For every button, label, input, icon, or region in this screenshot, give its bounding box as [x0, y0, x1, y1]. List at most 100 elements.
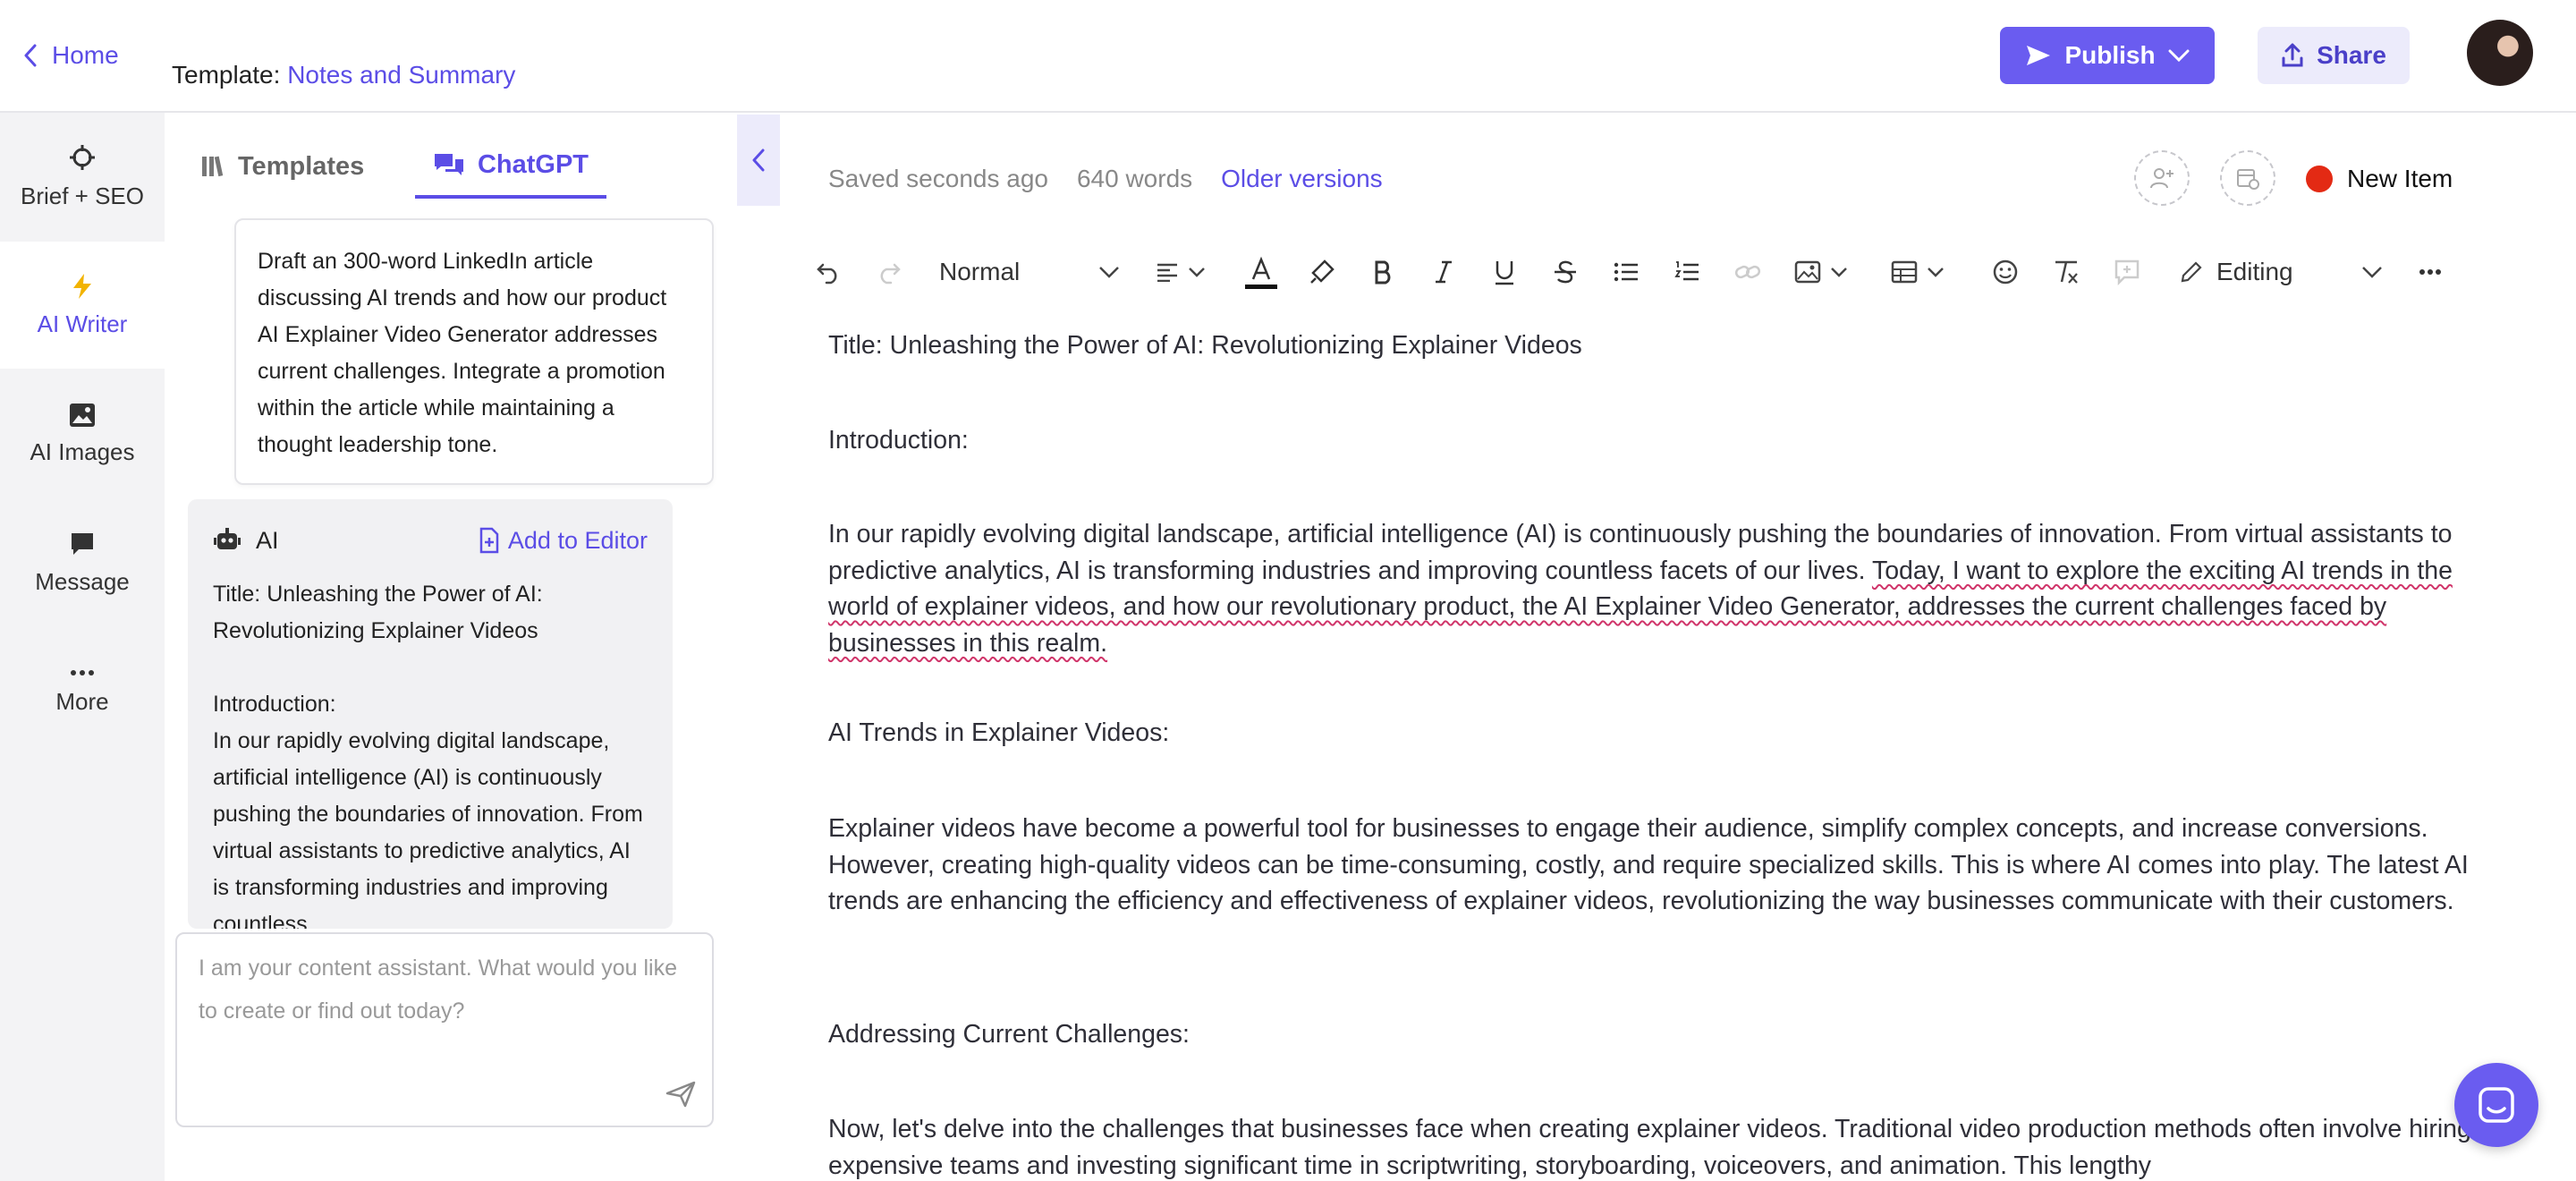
numbered-list-button[interactable] — [1664, 247, 1710, 297]
add-user-icon — [2148, 165, 2175, 191]
text-color-icon — [1243, 254, 1279, 290]
upload-icon — [2281, 43, 2304, 68]
chevron-down-icon — [1098, 266, 1120, 278]
chat-bubbles-icon — [433, 151, 465, 178]
chevron-down-icon — [2361, 266, 2383, 278]
redo-icon — [877, 259, 902, 285]
templates-icon — [200, 154, 225, 179]
assign-user-button[interactable] — [2134, 150, 2190, 206]
template-name[interactable]: Notes and Summary — [287, 61, 515, 89]
schedule-button[interactable] — [2220, 150, 2275, 206]
undo-button[interactable] — [805, 247, 852, 297]
paragraph-style-value: Normal — [939, 258, 1021, 285]
numbered-list-icon — [1674, 260, 1699, 284]
bullet-list-icon — [1614, 261, 1639, 283]
nav-label-more: More — [55, 687, 109, 715]
nav-label-message: Message — [35, 567, 130, 595]
item-status[interactable]: New Item — [2306, 161, 2453, 197]
nav-label-ai-writer: AI Writer — [37, 310, 128, 337]
more-dots-icon — [69, 668, 96, 677]
share-label: Share — [2317, 41, 2386, 69]
align-left-icon — [1156, 262, 1179, 282]
nav-item-brief-seo[interactable]: Brief + SEO — [0, 113, 165, 240]
clear-format-icon — [2052, 259, 2080, 285]
nav-item-ai-images[interactable]: AI Images — [0, 370, 165, 497]
tab-templates-label: Templates — [238, 151, 365, 181]
item-status-label: New Item — [2347, 165, 2453, 192]
add-to-editor-button[interactable]: Add to Editor — [478, 527, 648, 555]
user-prompt-card: Draft an 300-word LinkedIn article discu… — [234, 218, 714, 485]
emoji-button[interactable] — [1982, 247, 2029, 297]
share-button[interactable]: Share — [2258, 27, 2410, 84]
doc-heading-challenges: Addressing Current Challenges: — [828, 1020, 1190, 1049]
image-icon — [69, 403, 96, 428]
ai-response-card: AI Add to Editor Title: Unleashing the P… — [188, 499, 673, 929]
collapse-panel-button[interactable] — [737, 115, 780, 206]
add-to-editor-label: Add to Editor — [507, 526, 648, 554]
add-document-icon — [478, 527, 501, 554]
nav-item-more[interactable]: More — [0, 628, 165, 755]
text-color-button[interactable] — [1238, 247, 1284, 297]
document-meta: Saved seconds ago 640 words Older versio… — [828, 161, 1383, 197]
doc-title: Title: Unleashing the Power of AI: Revol… — [828, 331, 1582, 360]
editor-toolbar: Normal Editing — [805, 247, 2451, 297]
highlighter-icon — [1309, 259, 1335, 285]
align-select[interactable] — [1145, 247, 1216, 297]
underline-icon — [1493, 259, 1516, 285]
support-chat-button[interactable] — [2454, 1063, 2538, 1147]
chevron-down-icon[interactable] — [2168, 49, 2190, 62]
italic-button[interactable] — [1420, 247, 1467, 297]
send-icon — [2025, 44, 2052, 67]
chevron-left-icon — [751, 149, 766, 172]
publish-button[interactable]: Publish — [2000, 27, 2215, 84]
nav-item-ai-writer[interactable]: AI Writer — [0, 242, 165, 369]
redo-button[interactable] — [866, 247, 912, 297]
doc-paragraph-introduction: In our rapidly evolving digital landscap… — [828, 516, 2474, 661]
tab-chatgpt[interactable]: ChatGPT — [415, 134, 606, 199]
image-icon — [1794, 260, 1821, 284]
pencil-icon — [2179, 259, 2204, 285]
send-message-icon[interactable] — [665, 1081, 696, 1108]
nav-label-brief-seo: Brief + SEO — [21, 182, 144, 209]
chevron-down-icon — [1927, 267, 1945, 277]
ai-label: AI — [256, 526, 279, 554]
nav-item-message[interactable]: Message — [0, 499, 165, 626]
saved-status: Saved seconds ago — [828, 165, 1048, 192]
link-icon — [1734, 263, 1761, 281]
template-prefix: Template: — [172, 61, 281, 89]
chevron-down-icon — [1830, 267, 1848, 277]
editing-mode-select[interactable]: Editing — [2175, 247, 2386, 297]
tab-templates[interactable]: Templates — [200, 134, 364, 199]
bolt-icon — [71, 273, 94, 300]
template-indicator: Template: Notes and Summary — [172, 61, 515, 89]
highlight-button[interactable] — [1299, 247, 1345, 297]
italic-icon — [1434, 259, 1453, 285]
undo-icon — [816, 259, 841, 285]
message-icon — [69, 531, 96, 557]
ai-response-text: Title: Unleashing the Power of AI: Revol… — [213, 582, 643, 929]
publish-label: Publish — [2064, 41, 2156, 69]
older-versions-link[interactable]: Older versions — [1221, 165, 1383, 193]
insert-table-select[interactable] — [1882, 247, 1953, 297]
chevron-down-icon — [1188, 267, 1206, 277]
strikethrough-icon — [1553, 259, 1578, 285]
insert-image-select[interactable] — [1785, 247, 1857, 297]
robot-icon — [213, 527, 242, 554]
avatar[interactable] — [2467, 20, 2533, 86]
bullet-list-button[interactable] — [1603, 247, 1649, 297]
chat-input[interactable]: I am your content assistant. What would … — [175, 932, 714, 1127]
bold-button[interactable] — [1360, 247, 1406, 297]
paragraph-style-select[interactable]: Normal — [936, 247, 1123, 297]
underline-button[interactable] — [1481, 247, 1528, 297]
crosshair-icon — [68, 143, 97, 172]
more-options-button[interactable] — [2410, 247, 2451, 297]
link-button[interactable] — [1724, 247, 1771, 297]
clear-format-button[interactable] — [2043, 247, 2089, 297]
nav-label-ai-images: AI Images — [30, 438, 135, 465]
comment-button[interactable] — [2104, 247, 2150, 297]
strikethrough-button[interactable] — [1542, 247, 1589, 297]
home-link[interactable]: Home — [23, 36, 119, 75]
chat-icon — [2477, 1085, 2516, 1125]
left-nav: Brief + SEO AI Writer AI Images Message … — [0, 113, 165, 1181]
word-count: 640 words — [1076, 165, 1193, 192]
